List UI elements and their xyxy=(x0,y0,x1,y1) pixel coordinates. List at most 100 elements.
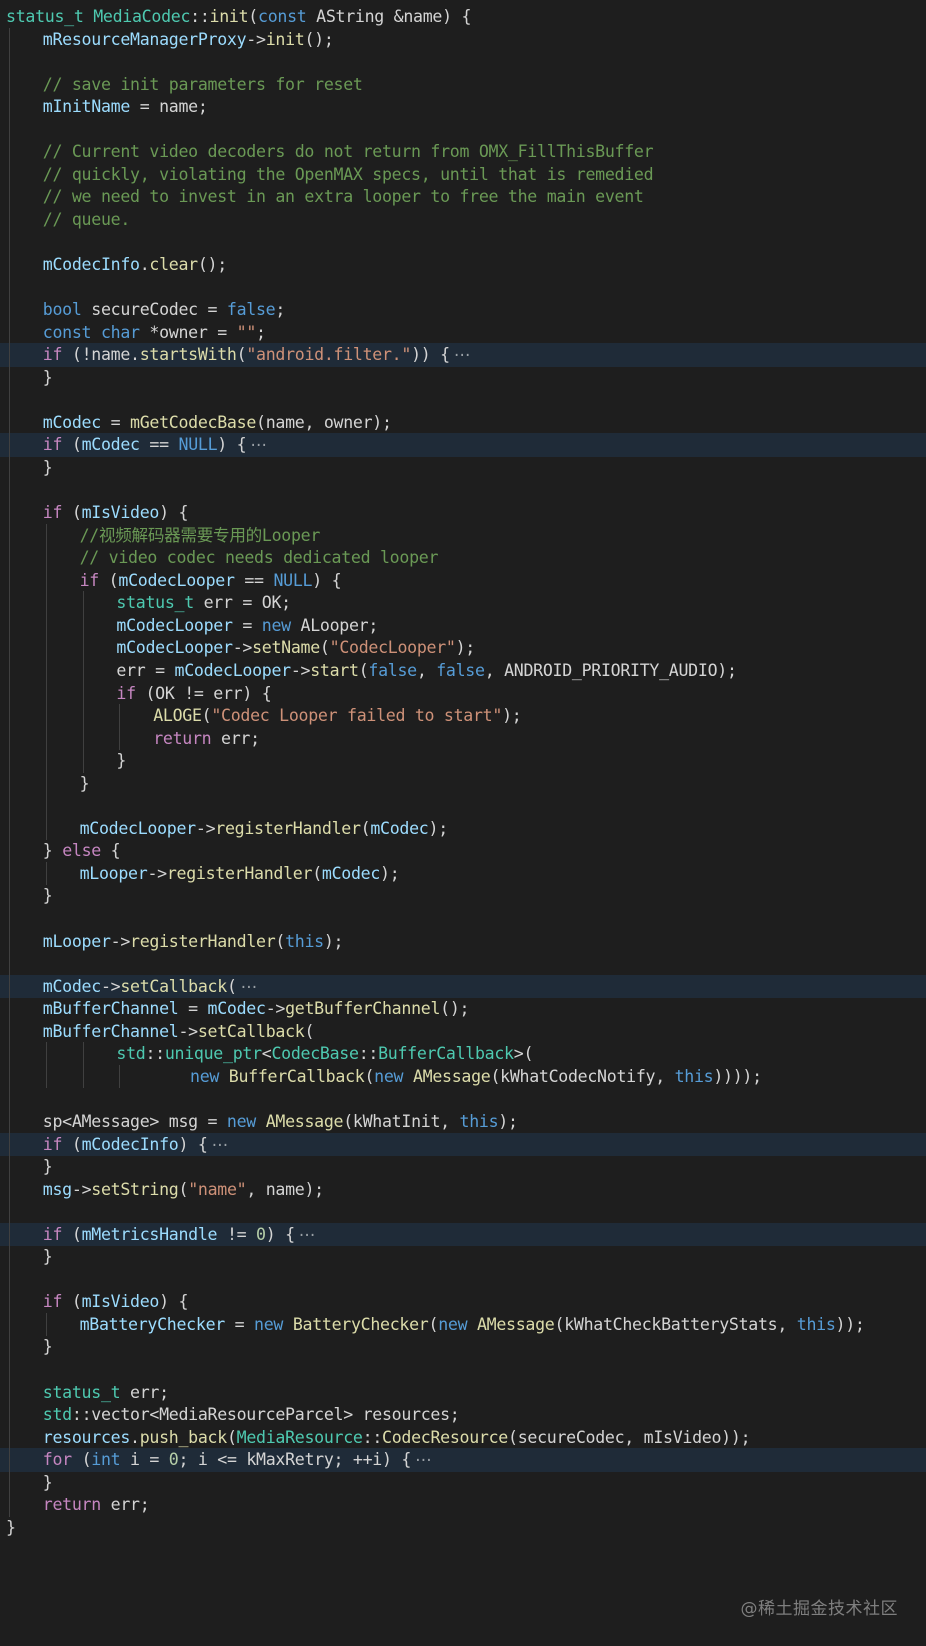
code-line[interactable] xyxy=(0,117,926,142)
code-line[interactable]: mBatteryChecker = new BatteryChecker(new… xyxy=(0,1312,926,1337)
code-line[interactable]: sp<AMessage> msg = new AMessage(kWhatIni… xyxy=(0,1109,926,1134)
code-line[interactable]: // video codec needs dedicated looper xyxy=(0,546,926,570)
code-line[interactable]: } xyxy=(0,1470,926,1495)
code-line[interactable]: } xyxy=(0,1245,926,1269)
code-line[interactable]: // queue. xyxy=(0,207,926,232)
indent-guide xyxy=(45,681,47,706)
folded-code-line[interactable]: if (mCodecInfo) {⋯ xyxy=(0,1132,926,1157)
code-line[interactable]: } xyxy=(0,1155,926,1179)
code-token: NULL xyxy=(178,435,218,455)
fold-ellipsis-icon[interactable]: ⋯ xyxy=(454,345,471,364)
code-line[interactable]: //视频解码器需要专用的Looper xyxy=(0,523,926,548)
code-line[interactable]: resources.push_back(MediaResource::Codec… xyxy=(0,1425,926,1450)
code-token: ( xyxy=(364,1066,375,1086)
code-line[interactable] xyxy=(0,952,926,976)
code-line[interactable]: } xyxy=(0,365,926,390)
code-line[interactable]: return err; xyxy=(0,1493,926,1517)
code-token: unique_ptr xyxy=(164,1044,262,1064)
code-line[interactable] xyxy=(0,1200,926,1224)
code-line[interactable] xyxy=(0,275,926,300)
code-line[interactable] xyxy=(0,478,926,503)
fold-ellipsis-icon[interactable]: ⋯ xyxy=(250,435,267,454)
code-line[interactable]: } xyxy=(0,456,926,480)
code-line[interactable]: // quickly, violating the OpenMAX specs,… xyxy=(0,162,926,187)
code-line[interactable]: if (mIsVideo) { xyxy=(0,1290,926,1314)
code-line[interactable]: } xyxy=(0,1516,926,1540)
code-line[interactable]: } xyxy=(0,1335,926,1360)
code-line[interactable]: std::unique_ptr<CodecBase::BufferCallbac… xyxy=(0,1042,926,1066)
code-line[interactable]: return err; xyxy=(0,726,926,751)
fold-ellipsis-icon[interactable]: ⋯ xyxy=(241,977,258,996)
fold-ellipsis-icon[interactable]: ⋯ xyxy=(415,1450,432,1469)
folded-code-line[interactable]: mCodec->setCallback(⋯ xyxy=(0,974,926,999)
code-line[interactable]: if (OK != err) { xyxy=(0,681,926,706)
code-line[interactable]: if (mIsVideo) { xyxy=(0,501,926,525)
code-line[interactable]: bool secureCodec = false; xyxy=(0,298,926,322)
code-line[interactable]: msg->setString("name", name); xyxy=(0,1177,926,1202)
code-line[interactable]: } xyxy=(0,749,926,773)
code-line[interactable] xyxy=(0,50,926,74)
code-line[interactable]: } xyxy=(0,884,926,909)
folded-code-line[interactable]: if (mCodec == NULL) {⋯ xyxy=(0,433,926,458)
code-line[interactable]: mBufferChannel->setCallback( xyxy=(0,1019,926,1044)
code-line[interactable]: mBufferChannel = mCodec->getBufferChanne… xyxy=(0,997,926,1021)
code-token: mCodec xyxy=(370,818,429,838)
code-line[interactable]: status_t err; xyxy=(0,1380,926,1405)
folded-code-line[interactable]: if (!name.startsWith("android.filter."))… xyxy=(0,343,926,367)
code-line[interactable] xyxy=(0,794,926,818)
code-line[interactable]: ALOGE("Codec Looper failed to start"); xyxy=(0,704,926,728)
code-line[interactable]: mLooper->registerHandler(mCodec); xyxy=(0,861,926,886)
indent-guide xyxy=(82,591,84,615)
code-line[interactable]: new BufferCallback(new AMessage(kWhatCod… xyxy=(0,1064,926,1089)
code-line[interactable]: mInitName = name; xyxy=(0,95,926,119)
code-line[interactable] xyxy=(0,1267,926,1292)
code-token: ( xyxy=(178,1179,189,1199)
code-token: -> xyxy=(71,1179,92,1199)
code-token: err = xyxy=(116,660,175,680)
code-line[interactable]: mLooper->registerHandler(this); xyxy=(0,929,926,954)
code-line[interactable]: // save init parameters for reset xyxy=(0,72,926,97)
code-line[interactable]: const char *owner = ""; xyxy=(0,320,926,345)
code-token: = xyxy=(232,615,262,635)
code-token: setCallback xyxy=(120,976,227,996)
code-token: ) { xyxy=(159,503,189,523)
code-line[interactable]: // Current video decoders do not return … xyxy=(0,140,926,164)
code-editor[interactable]: status_t MediaCodec::init(const AString … xyxy=(0,0,926,1646)
code-line[interactable]: mCodecLooper->registerHandler(mCodec); xyxy=(0,816,926,841)
code-line[interactable] xyxy=(0,388,926,412)
code-token: BufferCallback xyxy=(378,1044,514,1064)
code-line[interactable]: mResourceManagerProxy->init(); xyxy=(0,27,926,52)
code-line[interactable] xyxy=(0,1087,926,1111)
code-token: = xyxy=(178,999,208,1019)
code-line[interactable]: } else { xyxy=(0,839,926,863)
code-token: new xyxy=(438,1314,468,1334)
code-line[interactable]: mCodecLooper = new ALooper; xyxy=(0,613,926,638)
fold-ellipsis-icon[interactable]: ⋯ xyxy=(212,1135,229,1154)
code-token: clear xyxy=(149,255,198,275)
code-text: // video codec needs dedicated looper xyxy=(80,546,439,570)
code-line[interactable]: } xyxy=(0,771,926,796)
code-line[interactable]: mCodecLooper->setName("CodecLooper"); xyxy=(0,636,926,660)
fold-ellipsis-icon[interactable]: ⋯ xyxy=(299,1225,316,1244)
indent-guide xyxy=(45,568,47,593)
code-line[interactable]: // we need to invest in an extra looper … xyxy=(0,185,926,209)
code-token: )); xyxy=(835,1314,865,1334)
code-line[interactable] xyxy=(0,1358,926,1382)
code-line[interactable]: mCodecInfo.clear(); xyxy=(0,253,926,277)
folded-code-line[interactable]: if (mMetricsHandle != 0) {⋯ xyxy=(0,1222,926,1247)
code-token: CodecResource xyxy=(382,1427,508,1447)
code-token: ( xyxy=(428,1314,439,1334)
code-line[interactable]: if (mCodecLooper == NULL) { xyxy=(0,568,926,593)
code-token: ); xyxy=(380,863,400,883)
folded-code-line[interactable]: for (int i = 0; i <= kMaxRetry; ++i) {⋯ xyxy=(0,1448,926,1472)
code-line[interactable] xyxy=(0,230,926,255)
code-token: ALooper; xyxy=(290,615,379,635)
code-line[interactable]: status_t err = OK; xyxy=(0,591,926,615)
code-line[interactable]: err = mCodecLooper->start(false, false, … xyxy=(0,658,926,683)
code-line[interactable]: mCodec = mGetCodecBase(name, owner); xyxy=(0,410,926,435)
code-line[interactable]: std::vector<MediaResourceParcel> resourc… xyxy=(0,1403,926,1427)
code-line[interactable]: status_t MediaCodec::init(const AString … xyxy=(0,5,926,29)
code-line[interactable] xyxy=(0,907,926,931)
code-token: sp<AMessage> msg = xyxy=(42,1111,227,1131)
